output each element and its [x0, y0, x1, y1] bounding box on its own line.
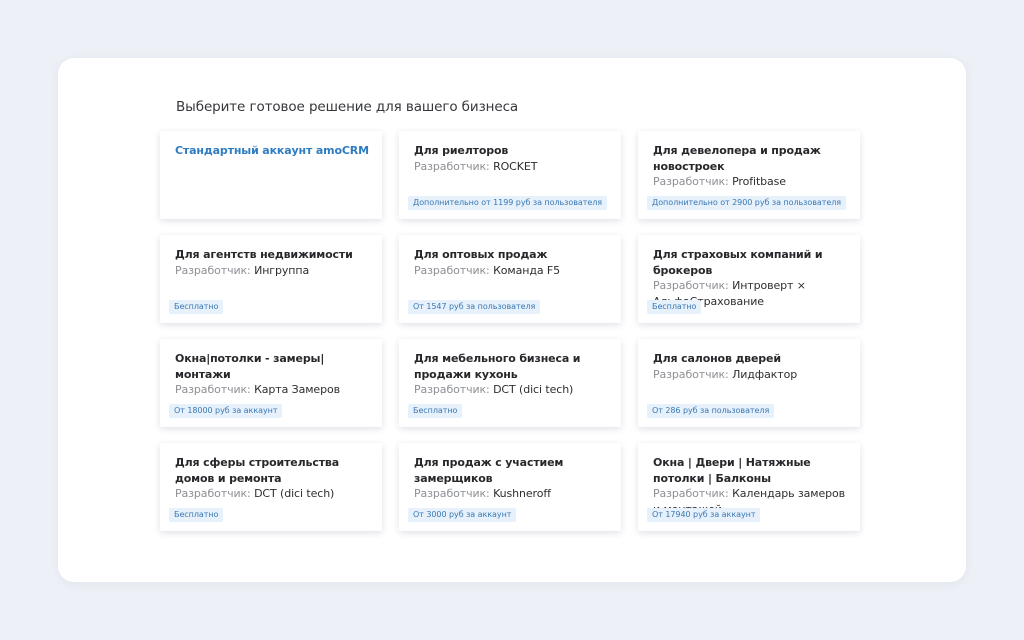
card-title: Для продаж с участием замерщиков: [414, 456, 564, 485]
card-title: Для сферы строительства домов и ремонта: [175, 456, 340, 485]
solution-card-construction[interactable]: Для сферы строительства домов и ремонта …: [160, 443, 382, 531]
price-badge: От 17940 руб за аккаунт: [647, 508, 761, 522]
price-badge: От 286 руб за пользователя: [647, 404, 775, 418]
developer-name: Лидфактор: [732, 367, 798, 381]
card-developer: Разработчик: Карта Замеров: [175, 382, 372, 398]
developer-label: Разработчик:: [653, 175, 733, 188]
solution-card-furniture[interactable]: Для мебельного бизнеса и продажи кухонь …: [399, 339, 621, 427]
developer-name: ROCKET: [493, 159, 538, 173]
solution-card-measurers[interactable]: Для продаж с участием замерщиков Разрабо…: [399, 443, 621, 531]
developer-name: Ингруппа: [254, 263, 310, 277]
card-developer: Разработчик: DCT (dici tech): [175, 486, 372, 502]
card-title: Для девелопера и продаж новостроек: [653, 144, 821, 173]
solution-card-insurance[interactable]: Для страховых компаний и брокеров Разраб…: [638, 235, 860, 323]
developer-label: Разработчик:: [414, 487, 494, 500]
price-badge: Бесплатно: [408, 404, 463, 418]
developer-name: Карта Замеров: [254, 383, 340, 396]
card-developer: Разработчик: DCT (dici tech): [414, 382, 611, 398]
price-badge: Бесплатно: [169, 300, 224, 314]
developer-label: Разработчик:: [653, 487, 733, 500]
solution-card-standard[interactable]: Стандартный аккаунт amoCRM: [160, 131, 382, 219]
developer-label: Разработчик:: [653, 279, 733, 292]
card-title: Для салонов дверей: [653, 352, 781, 365]
solution-card-windows-ceilings[interactable]: Окна|потолки - замеры|монтажи Разработчи…: [160, 339, 382, 427]
card-title: Для риелторов: [414, 144, 509, 157]
solution-card-realty-agencies[interactable]: Для агентств недвижимости Разработчик: И…: [160, 235, 382, 323]
card-developer: Разработчик: ROCKET: [414, 159, 611, 175]
price-badge: От 3000 руб за аккаунт: [408, 508, 517, 522]
developer-name: DCT (dici tech): [493, 383, 574, 396]
card-developer: Разработчик: Profitbase: [653, 174, 850, 190]
card-title: Окна|потолки - замеры|монтажи: [175, 352, 325, 381]
price-badge: Дополнительно от 2900 руб за пользовател…: [647, 196, 847, 210]
developer-label: Разработчик:: [414, 159, 494, 173]
card-title: Для оптовых продаж: [414, 248, 548, 261]
solution-card-door-salons[interactable]: Для салонов дверей Разработчик: Лидфакто…: [638, 339, 860, 427]
price-badge: От 18000 руб за аккаунт: [169, 404, 283, 418]
developer-name: DCT (dici tech): [254, 487, 335, 500]
developer-name: Kushneroff: [493, 487, 551, 500]
solution-card-windows-doors-balconies[interactable]: Окна | Двери | Натяжные потолки | Балкон…: [638, 443, 860, 531]
developer-label: Разработчик:: [175, 263, 255, 277]
card-developer: Разработчик: Ингруппа: [175, 263, 372, 279]
developer-label: Разработчик:: [175, 487, 255, 500]
solutions-panel: Выберите готовое решение для вашего бизн…: [58, 58, 966, 582]
card-developer: Разработчик: Лидфактор: [653, 367, 850, 383]
developer-label: Разработчик:: [175, 383, 255, 396]
developer-label: Разработчик:: [653, 367, 733, 381]
solution-card-realtors[interactable]: Для риелторов Разработчик: ROCKET Дополн…: [399, 131, 621, 219]
price-badge: Дополнительно от 1199 руб за пользовател…: [408, 196, 608, 210]
developer-label: Разработчик:: [414, 383, 494, 396]
price-badge: От 1547 руб за пользователя: [408, 300, 541, 314]
price-badge: Бесплатно: [647, 300, 702, 314]
solution-card-wholesale[interactable]: Для оптовых продаж Разработчик: Команда …: [399, 235, 621, 323]
card-title: Стандартный аккаунт amoCRM: [175, 144, 369, 157]
solutions-grid: Стандартный аккаунт amoCRM Для риелторов…: [160, 131, 862, 531]
card-developer: Разработчик: Kushneroff: [414, 486, 611, 502]
developer-label: Разработчик:: [414, 263, 494, 277]
card-developer: Разработчик: Команда F5: [414, 263, 611, 279]
card-title: Окна | Двери | Натяжные потолки | Балкон…: [653, 456, 811, 485]
card-title: Для страховых компаний и брокеров: [653, 248, 823, 277]
card-title: Для агентств недвижимости: [175, 248, 353, 261]
developer-name: Profitbase: [732, 175, 786, 188]
solution-card-developers[interactable]: Для девелопера и продаж новостроек Разра…: [638, 131, 860, 219]
page-title: Выберите готовое решение для вашего бизн…: [176, 99, 519, 115]
developer-name: Команда F5: [493, 263, 561, 277]
card-title: Для мебельного бизнеса и продажи кухонь: [414, 352, 581, 381]
price-badge: Бесплатно: [169, 508, 224, 522]
